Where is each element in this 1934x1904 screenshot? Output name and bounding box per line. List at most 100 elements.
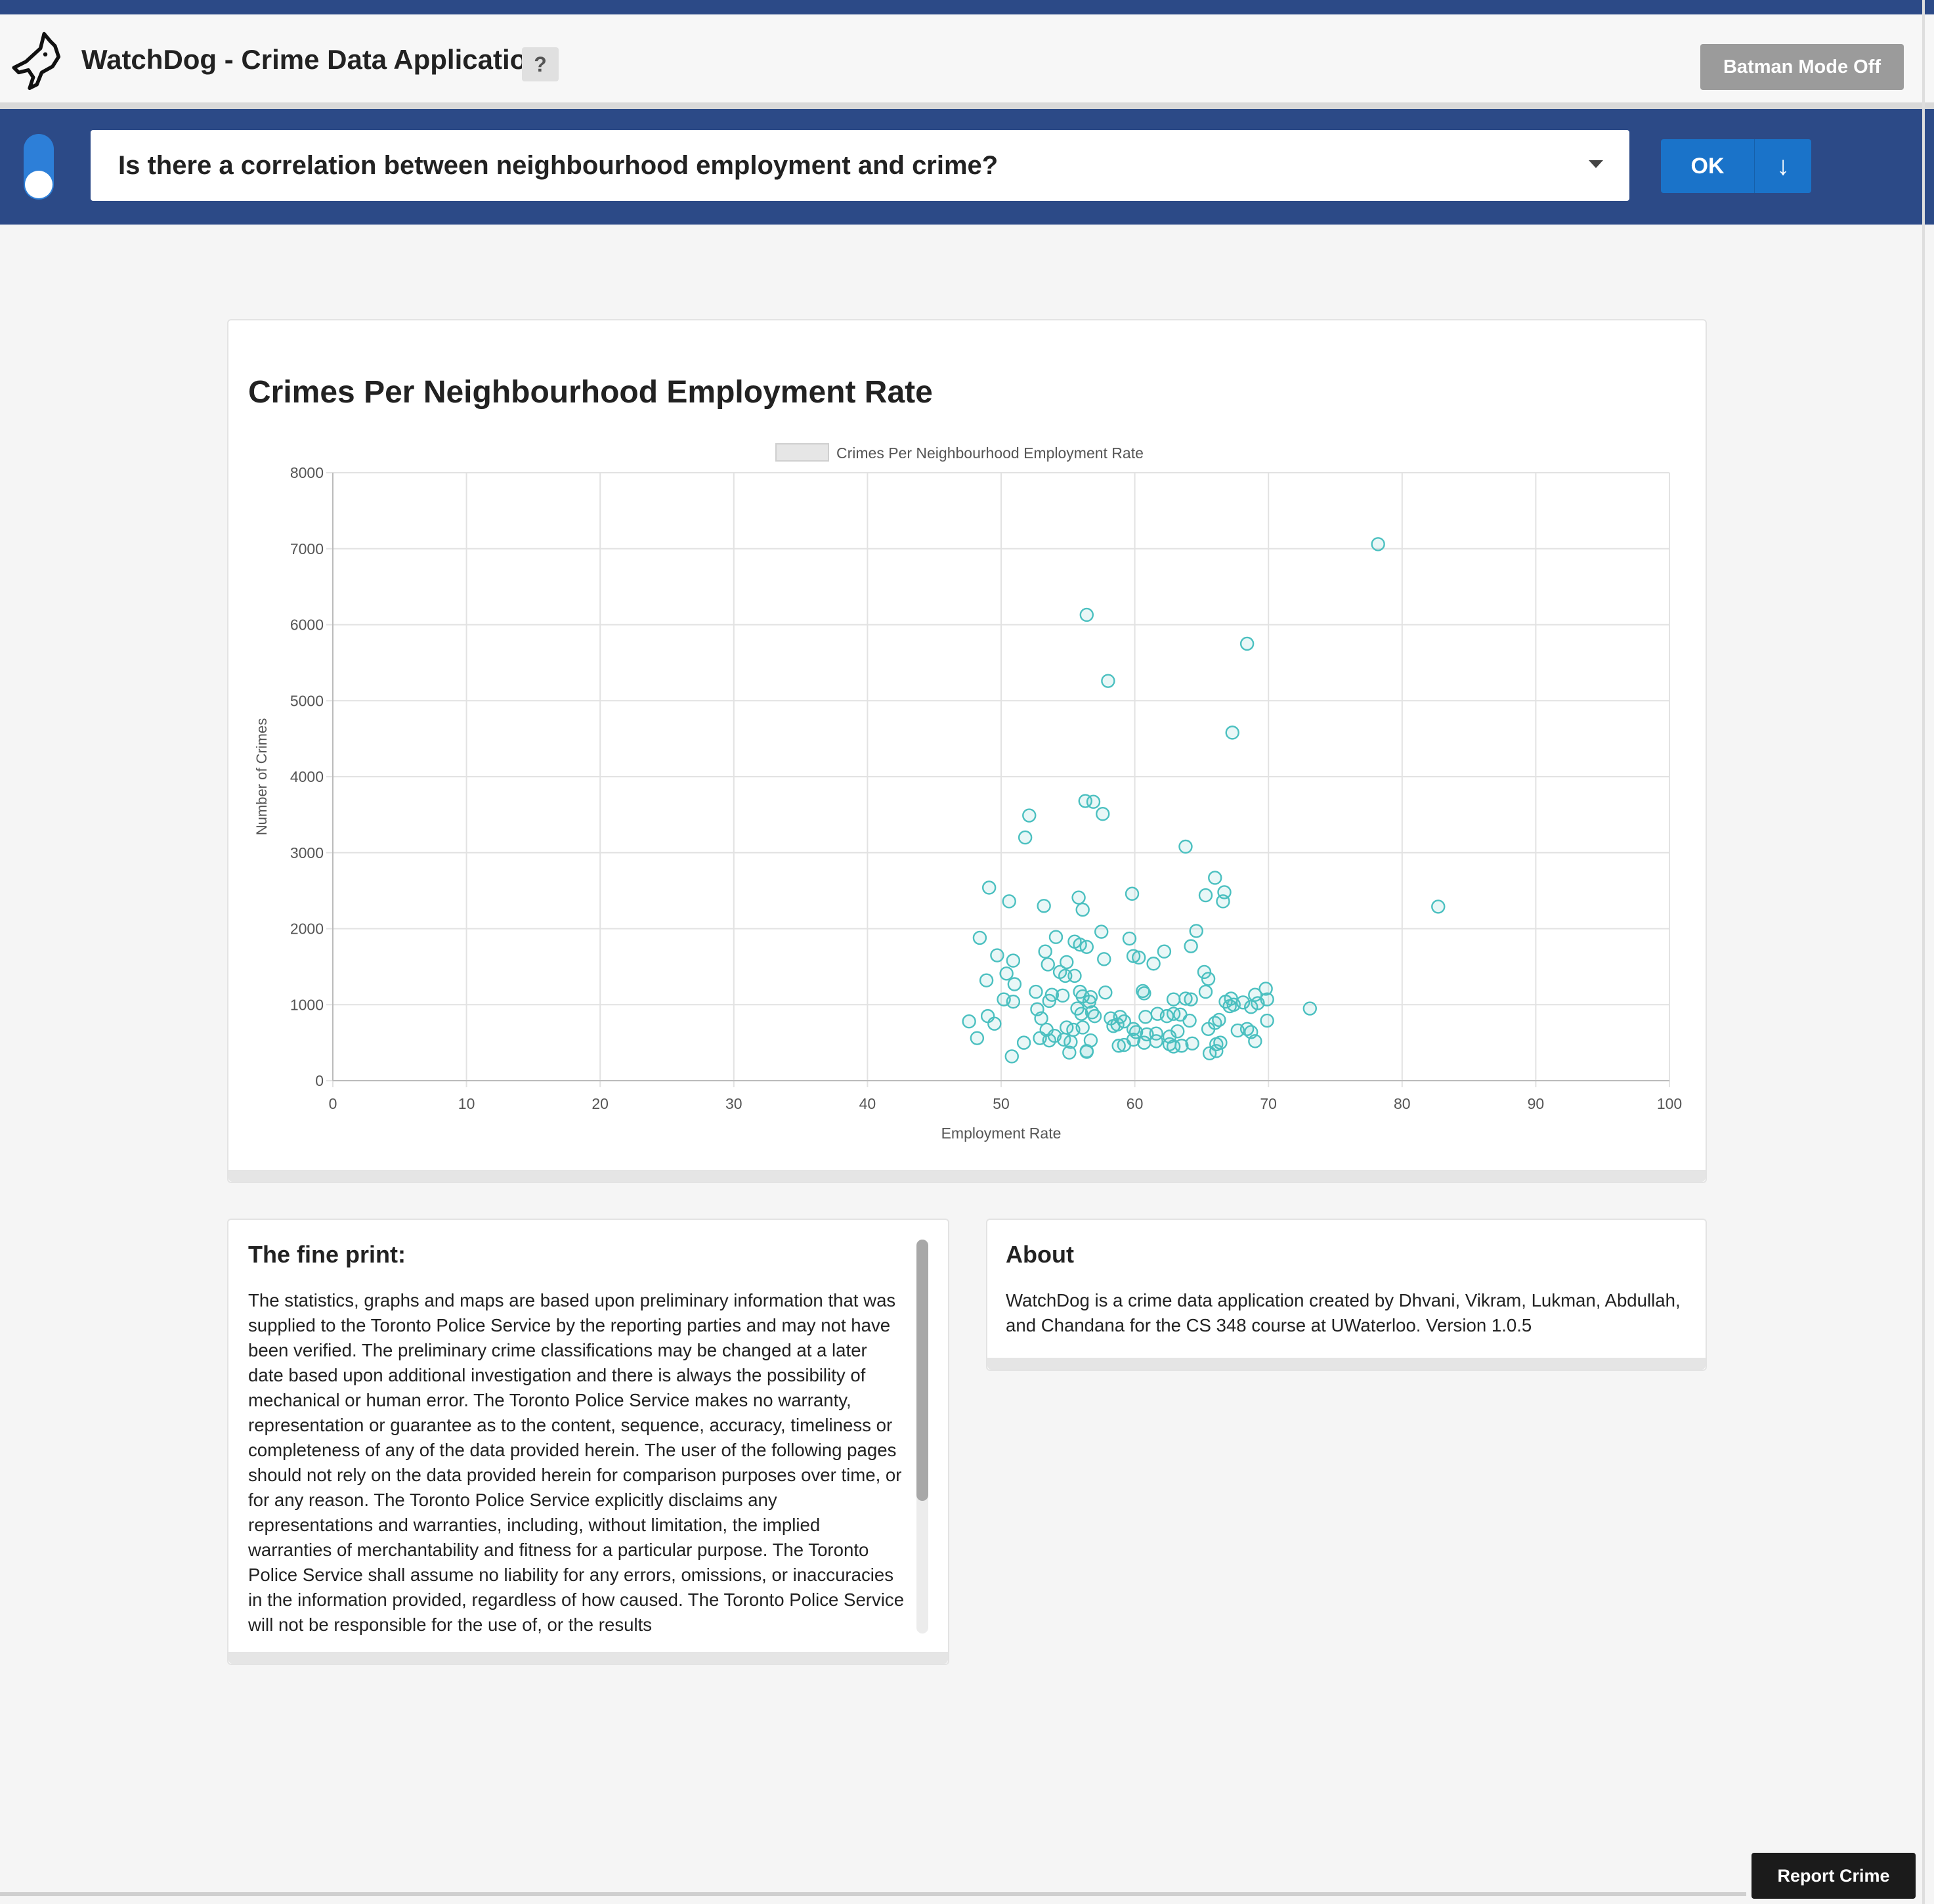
data-point[interactable] (1096, 807, 1110, 821)
data-point[interactable] (1006, 994, 1021, 1009)
data-point[interactable] (1007, 977, 1022, 991)
data-point[interactable] (1006, 953, 1021, 968)
data-point[interactable] (1184, 992, 1198, 1006)
data-point[interactable] (1048, 930, 1064, 944)
data-point[interactable] (1431, 899, 1446, 914)
data-point[interactable] (1062, 1045, 1077, 1060)
data-point[interactable] (1185, 1036, 1199, 1050)
top-accent-strip (0, 0, 1934, 14)
data-point[interactable] (1041, 957, 1055, 972)
data-point[interactable] (1371, 537, 1385, 552)
legend-label[interactable]: Crimes Per Neighbourhood Employment Rate (836, 444, 1144, 462)
data-point[interactable] (1212, 1012, 1226, 1028)
legend-swatch[interactable] (775, 443, 829, 462)
data-point[interactable] (1071, 890, 1086, 905)
x-tick-label: 70 (1260, 1095, 1277, 1112)
scrollbar-thumb[interactable] (916, 1240, 928, 1501)
data-point[interactable] (970, 1031, 985, 1045)
data-point[interactable] (1189, 924, 1203, 938)
data-point[interactable] (1018, 830, 1033, 845)
data-point[interactable] (1137, 1035, 1151, 1050)
data-point[interactable] (979, 973, 994, 987)
data-point[interactable] (1101, 674, 1115, 688)
caret-down-icon (1589, 160, 1603, 168)
data-point[interactable] (962, 1014, 976, 1029)
data-point[interactable] (1122, 931, 1137, 946)
data-point[interactable] (987, 1016, 1002, 1031)
data-point[interactable] (1038, 944, 1052, 959)
data-point[interactable] (1178, 839, 1193, 854)
data-point[interactable] (1067, 968, 1082, 983)
data-point[interactable] (1138, 1010, 1153, 1024)
bottom-scrollbar[interactable] (0, 1892, 1746, 1896)
fine-print-scrollbar[interactable] (916, 1240, 928, 1634)
ok-button[interactable]: OK (1661, 139, 1754, 193)
data-point[interactable] (1016, 1035, 1031, 1050)
data-point[interactable] (1198, 984, 1213, 999)
batman-mode-button[interactable]: Batman Mode Off (1700, 44, 1904, 90)
data-point[interactable] (1042, 1033, 1056, 1048)
y-tick-label: 5000 (290, 692, 324, 709)
selected-question: Is there a correlation between neighbour… (118, 151, 999, 180)
data-point[interactable] (1075, 1020, 1090, 1035)
data-point[interactable] (1302, 1001, 1318, 1016)
data-point[interactable] (972, 930, 987, 945)
data-point[interactable] (1087, 1008, 1102, 1024)
data-point[interactable] (1209, 1044, 1224, 1058)
x-axis-label: Employment Rate (941, 1125, 1062, 1142)
data-point[interactable] (1171, 1024, 1185, 1039)
data-point[interactable] (1182, 1013, 1197, 1028)
data-point[interactable] (1075, 902, 1090, 917)
data-point[interactable] (1201, 1022, 1216, 1036)
data-point[interactable] (1201, 972, 1216, 986)
data-point[interactable] (1079, 1044, 1094, 1058)
data-point[interactable] (1216, 894, 1230, 909)
data-point[interactable] (1037, 899, 1051, 913)
data-point[interactable] (1004, 1049, 1019, 1064)
data-point[interactable] (1149, 1034, 1163, 1049)
data-point[interactable] (1094, 924, 1109, 939)
data-point[interactable] (1251, 996, 1265, 1010)
data-point[interactable] (1146, 957, 1161, 971)
data-point[interactable] (1079, 940, 1094, 954)
data-point[interactable] (1184, 939, 1198, 953)
data-point[interactable] (981, 880, 997, 895)
data-point[interactable] (1157, 944, 1172, 959)
card-footer (987, 1358, 1706, 1370)
data-point[interactable] (1098, 985, 1113, 1000)
theme-toggle[interactable] (24, 134, 54, 200)
y-tick-label: 1000 (290, 996, 324, 1013)
x-tick-label: 10 (458, 1095, 475, 1112)
data-point[interactable] (1097, 952, 1111, 966)
data-point[interactable] (1225, 725, 1239, 740)
report-crime-button[interactable]: Report Crime (1751, 1853, 1916, 1899)
data-point[interactable] (1132, 950, 1146, 965)
question-select[interactable]: Is there a correlation between neighbour… (91, 130, 1629, 201)
dog-logo-icon (12, 32, 61, 91)
data-point[interactable] (1034, 1011, 1048, 1026)
data-point[interactable] (1029, 984, 1043, 999)
data-point[interactable] (1086, 794, 1101, 809)
data-point[interactable] (990, 948, 1004, 963)
data-point[interactable] (1110, 1017, 1125, 1032)
page-scrollbar[interactable] (1922, 0, 1925, 1904)
data-point[interactable] (1248, 1034, 1262, 1049)
data-point[interactable] (1239, 636, 1255, 651)
data-point[interactable] (1042, 993, 1056, 1008)
x-tick-label: 80 (1394, 1095, 1411, 1112)
fine-print-card: The fine print: The statistics, graphs a… (227, 1219, 949, 1665)
data-point[interactable] (1166, 992, 1181, 1006)
data-point[interactable] (1260, 1013, 1274, 1028)
data-point[interactable] (1022, 808, 1037, 823)
data-point[interactable] (1125, 886, 1140, 901)
data-point[interactable] (1055, 988, 1070, 1003)
data-point[interactable] (1137, 986, 1151, 1001)
help-button[interactable]: ? (522, 47, 559, 81)
data-point[interactable] (1208, 871, 1222, 885)
data-point[interactable] (1002, 894, 1016, 909)
data-point[interactable] (1198, 888, 1213, 903)
data-point[interactable] (1226, 997, 1241, 1012)
arrow-down-icon[interactable]: ↓ (1754, 139, 1811, 193)
data-point[interactable] (999, 966, 1014, 981)
data-point[interactable] (1079, 607, 1094, 622)
